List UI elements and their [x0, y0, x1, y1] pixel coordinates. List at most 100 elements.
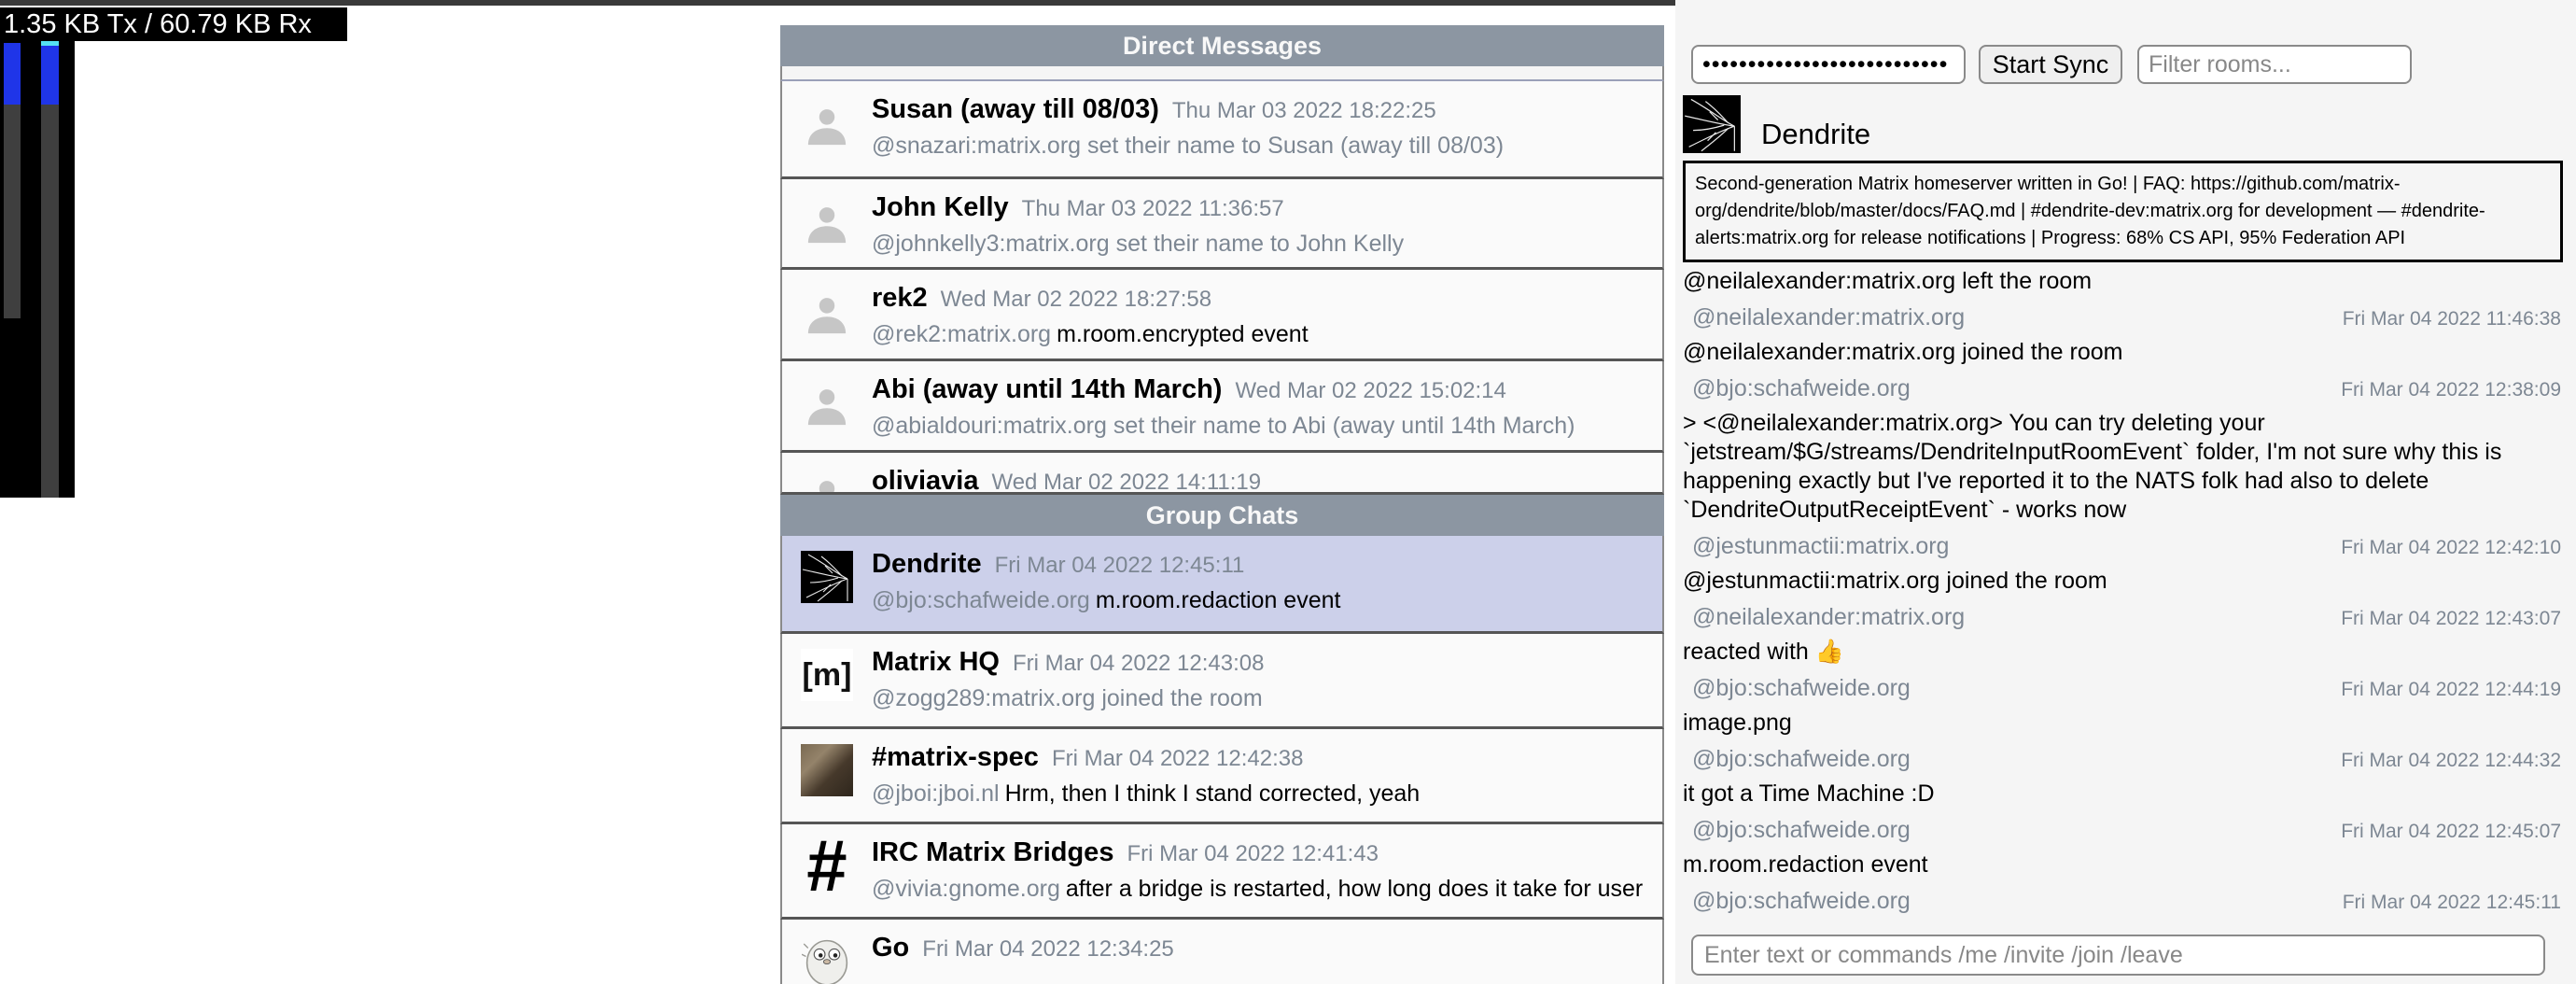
room-row-matrix-hq[interactable]: [m] Matrix HQFri Mar 04 2022 12:43:08 @z… [780, 634, 1664, 729]
room-row-oliviavia[interactable]: oliviavia Wed Mar 02 2022 14:11:19 [780, 453, 1664, 495]
clipped-room-row [780, 66, 1664, 81]
room-last-sender: @bjo:schafweide.org [872, 587, 1090, 613]
password-input[interactable] [1691, 45, 1966, 84]
room-snippet: after a bridge is restarted, how long do… [1066, 876, 1643, 902]
message-body: it got a Time Machine :D [1683, 780, 2565, 808]
room-name: oliviavia [872, 466, 978, 495]
room-timestamp: Thu Mar 03 2022 18:22:25 [1172, 98, 1436, 124]
room-row-john-kelly[interactable]: John Kelly Thu Mar 03 2022 11:36:57 @john… [780, 179, 1664, 270]
person-silhouette-icon [801, 285, 853, 337]
room-name: Matrix HQ [872, 647, 1000, 678]
message-body: m.room.redaction event [1683, 850, 2565, 879]
message-timestamp: Fri Mar 04 2022 12:42:10 [2341, 537, 2565, 559]
room-row-dendrite[interactable]: Dendrite Fri Mar 04 2022 12:45:11 @bjo:sc… [780, 536, 1664, 634]
room-timestamp: Wed Mar 02 2022 18:27:58 [941, 287, 1211, 313]
message-timestamp: Fri Mar 04 2022 12:45:07 [2341, 821, 2565, 843]
room-last-sender: @vivia:gnome.org [872, 876, 1060, 902]
message: @bjo:schafweide.org Fri Mar 04 2022 12:45… [1683, 888, 2565, 924]
message-timestamp: Fri Mar 04 2022 12:38:09 [2341, 379, 2565, 401]
message-sender: @bjo:schafweide.org [1683, 675, 1911, 702]
room-timestamp: Wed Mar 02 2022 15:02:14 [1235, 378, 1505, 404]
room-timestamp: Wed Mar 02 2022 14:11:19 [991, 470, 1261, 495]
room-last-sender: @abialdouri:matrix.org set their name to… [872, 413, 1575, 439]
message-sender: @bjo:schafweide.org [1683, 375, 1911, 402]
gopher-avatar [801, 935, 853, 984]
direct-messages-header: Direct Messages [780, 25, 1664, 66]
photo-avatar [801, 744, 853, 796]
message-sender: @jestunmactii:matrix.org [1683, 533, 1949, 560]
dendrite-room-avatar-large [1683, 95, 1741, 153]
room-row-matrix-spec[interactable]: #matrix-spec Fri Mar 04 2022 12:42:38 @jb… [780, 729, 1664, 824]
room-snippet: Hrm, then I think I stand corrected, yea… [1005, 780, 1421, 807]
message-sender: @bjo:schafweide.org [1683, 888, 1911, 915]
room-last-sender: @snazari:matrix.org set their name to Su… [872, 133, 1504, 159]
room-timestamp: Fri Mar 04 2022 12:43:08 [1013, 651, 1265, 677]
person-silhouette-icon [801, 468, 853, 495]
person-silhouette-icon [801, 194, 853, 246]
sync-toolbar: Start Sync [1675, 45, 2576, 84]
room-row-abi[interactable]: Abi (away until 14th March) Wed Mar 02 20… [780, 361, 1664, 453]
message-timestamp: Fri Mar 04 2022 11:46:38 [2343, 308, 2565, 330]
person-silhouette-icon [801, 96, 853, 148]
room-name: Susan (away till 08/03) [872, 94, 1159, 125]
room-name: IRC Matrix Bridges [872, 837, 1113, 868]
room-last-sender: @jboi:jboi.nl [872, 780, 1000, 807]
start-sync-button[interactable]: Start Sync [1979, 45, 2122, 84]
person-silhouette-icon [801, 376, 853, 429]
room-last-sender: @rek2:matrix.org [872, 321, 1051, 347]
room-timestamp: Fri Mar 04 2022 12:42:38 [1052, 746, 1304, 772]
traffic-bar-tx-gray [4, 105, 21, 318]
message-body: > <@neilalexander:matrix.org> You can tr… [1683, 409, 2565, 525]
network-stats: 1.35 KB Tx / 60.79 KB Rx [0, 7, 347, 41]
message-sender: @bjo:schafweide.org [1683, 817, 1911, 844]
rooms-column: Direct Messages Susan (away till 08/03) T… [780, 25, 1664, 984]
room-row-susan[interactable]: Susan (away till 08/03) Thu Mar 03 2022 1… [780, 81, 1664, 179]
room-name: #matrix-spec [872, 742, 1039, 773]
message: @bjo:schafweide.org Fri Mar 04 2022 12:44… [1683, 675, 2565, 738]
traffic-bar-rx-blue [41, 46, 59, 105]
message-body: image.png [1683, 709, 2565, 738]
message-timeline: @neilalexander:matrix.org Fri Mar 04 2022… [1683, 233, 2565, 924]
room-name: Go [872, 933, 909, 963]
room-name: Abi (away until 14th March) [872, 374, 1222, 405]
room-name: Dendrite [872, 549, 982, 580]
message: @neilalexander:matrix.org Fri Mar 04 2022… [1683, 304, 2565, 367]
message-body: @neilalexander:matrix.org joined the roo… [1683, 338, 2565, 367]
message-timestamp: Fri Mar 04 2022 12:43:07 [2341, 608, 2565, 630]
message: @neilalexander:matrix.org Fri Mar 04 2022… [1683, 604, 2565, 667]
room-title: Dendrite [1761, 118, 1870, 153]
message-sender: @bjo:schafweide.org [1683, 746, 1911, 773]
message: @jestunmactii:matrix.org Fri Mar 04 2022 … [1683, 533, 2565, 596]
room-name: rek2 [872, 283, 928, 314]
message: @bjo:schafweide.org Fri Mar 04 2022 12:44… [1683, 746, 2565, 808]
message-body: @neilalexander:matrix.org left the room [1683, 267, 2565, 296]
room-last-sender: @johnkelly3:matrix.org set their name to… [872, 231, 1404, 257]
group-chats-header: Group Chats [780, 495, 1664, 536]
chat-panel: Start Sync Dendrite Second-generation Ma… [1675, 0, 2576, 984]
filter-rooms-input[interactable] [2137, 45, 2412, 84]
room-header: Dendrite [1683, 93, 1870, 153]
message-body: @jestunmactii:matrix.org joined the room [1683, 567, 2565, 596]
message-timestamp: Fri Mar 04 2022 12:45:11 [2343, 892, 2565, 914]
traffic-bar-rx-gray [41, 105, 59, 498]
room-last-sender: @zogg289:matrix.org joined the room [872, 685, 1263, 711]
message-timestamp: Fri Mar 04 2022 12:44:32 [2341, 750, 2565, 772]
message-composer-input[interactable] [1691, 935, 2545, 976]
room-topic: Second-generation Matrix homeserver writ… [1683, 161, 2563, 262]
message-timestamp: Fri Mar 04 2022 12:44:19 [2341, 679, 2565, 701]
message-sender: @neilalexander:matrix.org [1683, 604, 1965, 631]
room-snippet: m.room.redaction event [1096, 587, 1341, 613]
dendrite-room-avatar [801, 551, 853, 603]
room-name: John Kelly [872, 192, 1009, 223]
hash-symbol-avatar: # [801, 839, 853, 892]
room-timestamp: Fri Mar 04 2022 12:34:25 [922, 936, 1174, 963]
room-row-irc-bridges[interactable]: # IRC Matrix BridgesFri Mar 04 2022 12:4… [780, 824, 1664, 920]
room-timestamp: Fri Mar 04 2022 12:45:11 [995, 553, 1245, 579]
room-timestamp: Thu Mar 03 2022 11:36:57 [1022, 196, 1284, 222]
message-sender: @neilalexander:matrix.org [1683, 304, 1965, 331]
message: @bjo:schafweide.org Fri Mar 04 2022 12:38… [1683, 375, 2565, 525]
room-row-go[interactable]: Go Fri Mar 04 2022 12:34:25 [780, 920, 1664, 984]
room-row-rek2[interactable]: rek2 Wed Mar 02 2022 18:27:58 @rek2:matri… [780, 270, 1664, 361]
message-body: reacted with 👍 [1683, 638, 2565, 667]
room-snippet: m.room.encrypted event [1057, 321, 1309, 347]
